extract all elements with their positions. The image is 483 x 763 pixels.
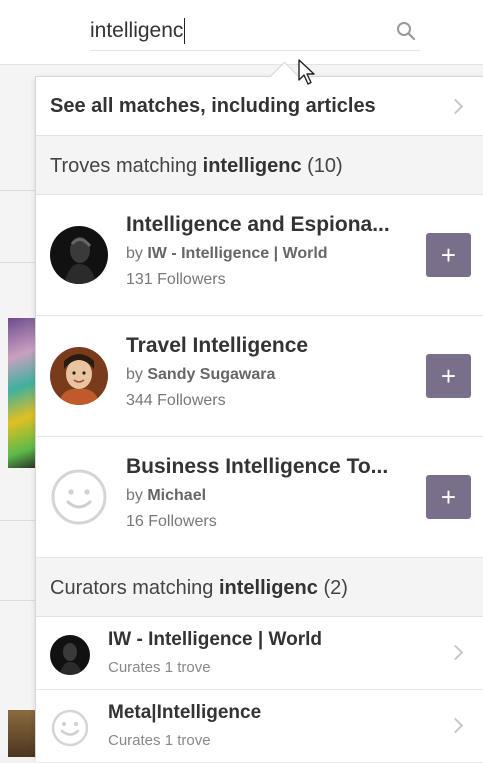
text-caret [184,18,185,44]
search-icon[interactable] [396,21,416,41]
trove-followers: 16 Followers [126,513,217,530]
curator-trove-count: Curates 1 trove [108,732,211,749]
curator-result-item[interactable]: IW - Intelligence | World Curates 1 trov… [36,617,483,690]
trove-owner-line: by IW - Intelligence | World [126,245,328,263]
curators-header-prefix: Curators matching [50,577,219,599]
follow-trove-button[interactable]: + [426,354,471,398]
curator-name: IW - Intelligence | World [108,629,322,650]
see-all-label: See all matches, including articles [50,95,376,117]
curator-result-item[interactable]: Meta|Intelligence Curates 1 trove [36,690,483,763]
curators-header-count: (2) [323,577,348,599]
by-prefix: by [126,245,148,262]
smiley-placeholder-avatar [50,468,108,526]
curators-header-text: Curators matching intelligenc (2) [50,577,348,600]
see-all-matches-link[interactable]: See all matches, including articles [36,77,483,136]
trove-owner-name[interactable]: Sandy Sugawara [147,366,275,383]
follow-trove-button[interactable]: + [426,475,471,519]
chevron-right-icon [447,717,464,734]
trove-title[interactable]: Intelligence and Espiona... [126,213,390,237]
trove-followers: 344 Followers [126,392,226,409]
bg-divider [0,600,40,601]
follow-trove-button[interactable]: + [426,233,471,277]
bg-divider [0,190,40,191]
curator-name: Meta|Intelligence [108,702,262,723]
troves-header-term: intelligenc [202,155,302,177]
mouse-cursor-icon [298,59,315,85]
troves-section-header: Troves matching intelligenc (10) [36,136,483,195]
chevron-right-icon [447,98,464,115]
curators-section-header: Curators matching intelligenc (2) [36,558,483,617]
search-input[interactable] [90,16,370,46]
curators-header-term: intelligenc [218,577,318,599]
by-prefix: by [126,487,148,504]
trove-result-item[interactable]: Business Intelligence To... by Michael 1… [36,437,483,558]
trove-owner-line: by Sandy Sugawara [126,366,275,384]
trove-result-item[interactable]: Travel Intelligence by Sandy Sugawara 34… [36,316,483,437]
trove-title[interactable]: Business Intelligence To... [126,455,388,479]
search-bar [0,0,483,65]
dark-portrait-avatar [50,226,108,284]
troves-header-count: (10) [307,155,343,177]
smiley-placeholder-avatar [50,708,90,748]
bg-divider [0,262,40,263]
bg-divider [0,520,40,521]
search-field [90,12,420,51]
trove-result-item[interactable]: Intelligence and Espiona... by IW - Inte… [36,195,483,316]
user-photo-avatar [50,347,108,405]
curator-trove-count: Curates 1 trove [108,659,211,676]
trove-title[interactable]: Travel Intelligence [126,334,308,358]
trove-followers: 131 Followers [126,271,226,288]
chevron-right-icon [447,644,464,661]
trove-owner-name[interactable]: Michael [147,487,206,504]
by-prefix: by [126,366,148,383]
search-suggestions-dropdown: See all matches, including articles Trov… [35,61,483,763]
troves-header-prefix: Troves matching [50,155,203,177]
trove-owner-name[interactable]: IW - Intelligence | World [147,245,327,262]
trove-owner-line: by Michael [126,487,206,505]
troves-header-text: Troves matching intelligenc (10) [50,155,343,178]
dark-portrait-avatar [50,635,90,675]
